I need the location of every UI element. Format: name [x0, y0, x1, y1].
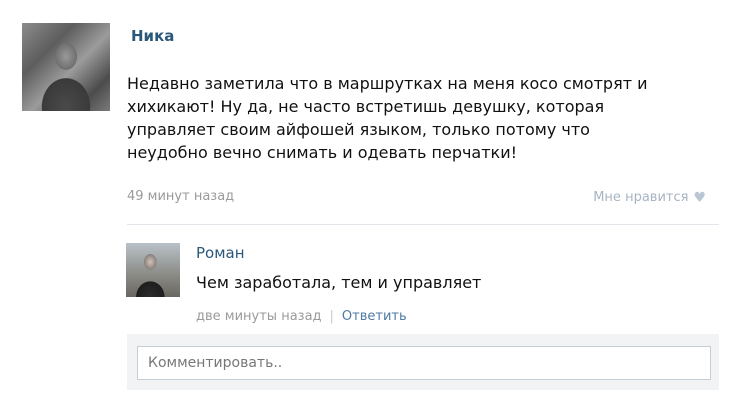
reply-text: Чем заработала, тем и управляет	[196, 273, 482, 292]
meta-separator: |	[329, 309, 334, 324]
reply-link[interactable]: Ответить	[342, 309, 407, 324]
author-avatar[interactable]	[22, 23, 110, 111]
reply-meta: две минуты назад | Ответить	[196, 309, 407, 324]
like-label: Мне нравится	[593, 190, 689, 205]
comment-input[interactable]	[137, 346, 711, 380]
wall-post: Ника Недавно заметила что в маршрутках н…	[0, 0, 740, 413]
post-author-name[interactable]: Ника	[131, 27, 174, 45]
reply-author-avatar[interactable]	[126, 243, 180, 297]
reply-author-name[interactable]: Роман	[196, 244, 245, 262]
comments-divider	[127, 224, 719, 225]
heart-icon: ♥	[693, 189, 706, 206]
post-timestamp[interactable]: 49 минут назад	[127, 189, 234, 204]
post-text: Недавно заметила что в маршрутках на мен…	[127, 74, 648, 162]
reply-timestamp[interactable]: две минуты назад	[196, 309, 322, 324]
like-button[interactable]: Мне нравится ♥	[593, 190, 706, 205]
